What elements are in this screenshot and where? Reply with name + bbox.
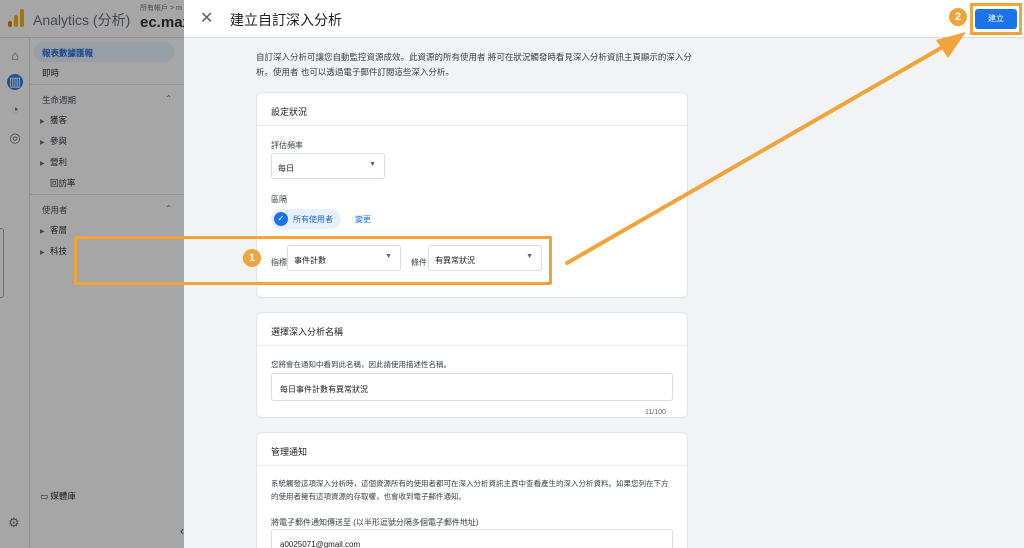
guide-arrow-icon xyxy=(565,32,966,265)
